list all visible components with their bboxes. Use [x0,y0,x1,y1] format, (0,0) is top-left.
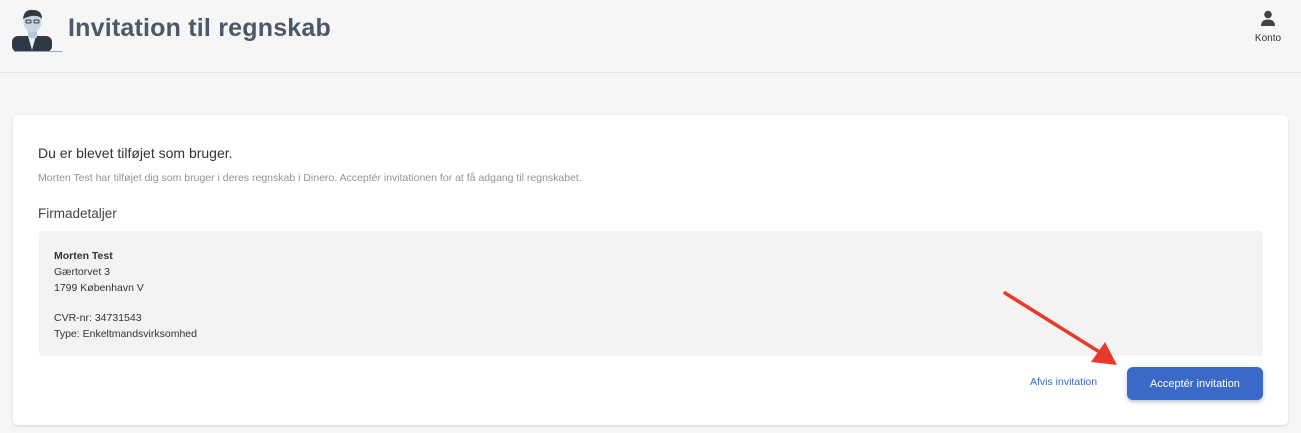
top-header: Invitation til regnskab Konto [0,0,1301,73]
invitation-headline: Du er blevet tilføjet som bruger. [38,145,233,161]
page-title: Invitation til regnskab [68,14,331,42]
decline-invitation-link[interactable]: Afvis invitation [1030,376,1097,388]
accept-invitation-button[interactable]: Acceptér invitation [1127,367,1263,400]
annotation-arrow-icon [1003,291,1117,365]
invitation-card: Du er blevet tilføjet som bruger. Morten… [13,115,1288,425]
user-avatar-icon [12,9,52,52]
account-label: Konto [1254,33,1282,44]
company-name: Morten Test [54,250,113,262]
person-icon [1261,10,1275,26]
company-street: Gærtorvet 3 [54,266,111,278]
avatar-divider [14,51,62,52]
account-menu[interactable]: Konto [1248,10,1288,44]
invitation-description: Morten Test har tilføjet dig som bruger … [38,172,582,184]
company-details-title: Firmadetaljer [38,206,117,221]
